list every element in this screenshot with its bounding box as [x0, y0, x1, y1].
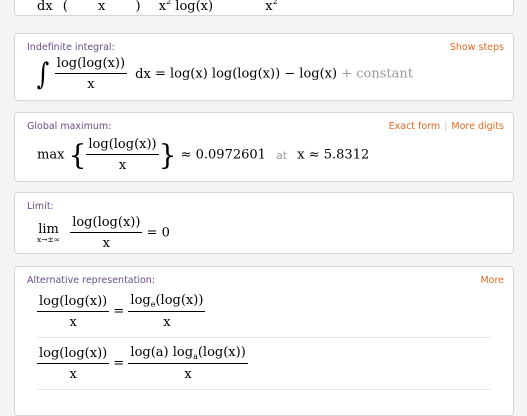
max-value: ≈ 0.0972601 — [180, 147, 266, 163]
integral-sign-icon: ∫ — [36, 56, 50, 92]
max-word: max — [37, 147, 65, 163]
limit-expression: lim x→±∞ log(log(x)) x = 0 — [37, 215, 170, 251]
rhs-denominator: x — [163, 315, 171, 330]
row-divider — [37, 389, 491, 390]
indefinite-integral-pod: Indefinite integral: Show steps ∫ log(lo… — [14, 33, 514, 101]
right-brace-icon: } — [158, 138, 177, 172]
integrand-numerator: log(log(x)) — [56, 56, 126, 71]
max-denominator: x — [118, 158, 127, 173]
alternative-representation-pod: Alternative representation: More log(log… — [14, 266, 514, 416]
equals-sign: = — [113, 304, 125, 319]
limit-result: = 0 — [146, 225, 170, 241]
rhs-numerator: loge(log(x)) — [130, 293, 204, 309]
lhs-numerator: log(log(x)) — [39, 345, 108, 361]
link-separator: | — [444, 121, 448, 132]
differential: dx — [135, 66, 151, 82]
alternative-row: log(log(x)) x = log(a) loga(log(x)) x — [37, 345, 248, 382]
alternative-row: log(log(x)) x = loge(log(x)) x — [37, 293, 206, 330]
integrand-fraction: log(log(x)) x — [54, 56, 128, 92]
integrand-denominator: x — [87, 77, 95, 92]
lhs-fraction: log(log(x)) x — [37, 293, 110, 330]
pod-title: Alternative representation: — [27, 275, 156, 286]
rhs-numerator: log(a) loga(log(x)) — [130, 345, 246, 361]
show-steps-link[interactable]: Show steps — [450, 42, 504, 53]
limit-pod: Limit: lim x→±∞ log(log(x)) x = 0 — [14, 192, 514, 254]
rhs-denominator: x — [184, 367, 192, 382]
max-location: x ≈ 5.8312 — [297, 147, 370, 163]
max-fraction: log(log(x)) x — [86, 137, 159, 173]
at-word: at — [276, 148, 288, 162]
lhs-fraction: log(log(x)) x — [37, 345, 110, 382]
constant-term: + constant — [341, 66, 413, 82]
partial-result-pod: dx ( x ) x2 log(x) x2 — [14, 0, 514, 16]
exact-form-link[interactable]: Exact form — [389, 121, 441, 132]
lhs-denominator: x — [69, 314, 77, 330]
integral-expression: ∫ log(log(x)) x dx = log(x) log(log(x)) … — [35, 56, 413, 92]
left-brace-icon: { — [68, 138, 87, 172]
more-link[interactable]: More — [480, 275, 504, 286]
maximum-expression: max { log(log(x)) x } ≈ 0.0972601 at x ≈… — [37, 137, 369, 173]
equals-sign: = — [154, 66, 166, 82]
lhs-numerator: log(log(x)) — [39, 293, 108, 309]
rhs-fraction: loge(log(x)) x — [128, 293, 206, 330]
pod-title: Indefinite integral: — [27, 42, 115, 53]
max-numerator: log(log(x)) — [88, 137, 157, 152]
rhs-fraction: log(a) loga(log(x)) x — [128, 345, 248, 382]
more-digits-link[interactable]: More digits — [451, 121, 504, 132]
limit-denominator: x — [102, 236, 110, 251]
pod-title: Limit: — [27, 201, 54, 212]
partial-math-cut: dx ( x ) x2 log(x) x2 — [37, 0, 278, 14]
lim-subscript: x→±∞ — [37, 235, 61, 244]
limit-numerator: log(log(x)) — [72, 215, 141, 230]
row-divider — [37, 337, 491, 338]
equals-sign: = — [113, 356, 125, 371]
lhs-denominator: x — [69, 366, 77, 382]
pod-title: Global maximum: — [27, 121, 112, 132]
limit-fraction: log(log(x)) x — [70, 215, 143, 251]
global-maximum-pod: Global maximum: Exact form | More digits m… — [14, 112, 514, 182]
integral-result: log(x) log(log(x)) − log(x) — [170, 66, 338, 82]
